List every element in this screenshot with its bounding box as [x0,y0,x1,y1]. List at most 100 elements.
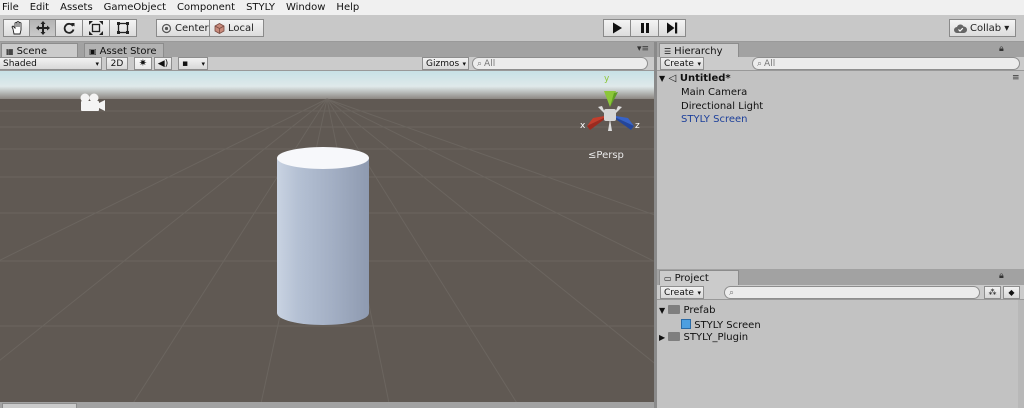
search-icon: ⌕ [477,58,483,69]
tab-scene[interactable]: ▦ Scene [1,43,78,58]
cylinder-object[interactable] [277,147,369,325]
gizmos-dropdown[interactable]: Gizmos ▾ [422,57,469,70]
tab-asset-store[interactable]: ▣ Asset Store [84,43,164,58]
project-folder-row[interactable]: ▶ STYLY_Plugin [659,332,748,343]
menu-file[interactable]: File [2,2,19,13]
scale-icon [89,21,103,35]
chevron-down-icon: ▾ [95,59,99,68]
lighting-toggle[interactable]: ✷ [134,57,152,70]
effects-dropdown[interactable]: ▪ ▾ [178,57,208,70]
scene-view-canvas [0,71,654,408]
tab-asset-store-label: Asset Store [99,45,157,57]
list-icon: ☰ [664,46,672,56]
project-create-dropdown[interactable]: Create ▾ [660,286,704,299]
menu-assets[interactable]: Assets [60,2,93,13]
menu-window[interactable]: Window [286,2,325,13]
hierarchy-tab-strip: ☰ Hierarchy 🔒︎ [657,42,1024,58]
axis-x-label: x [580,121,586,131]
menu-bar: File Edit Assets GameObject Component ST… [0,0,1024,15]
list-item[interactable]: STYLY Screen [681,114,747,125]
axis-y-label: y [604,74,610,84]
step-button[interactable] [658,19,686,37]
filter-icon: ⁂ [988,288,997,297]
search-icon: ⌕ [729,287,735,298]
project-search-input[interactable]: ⌕ [724,286,980,299]
play-icon [613,22,622,34]
tab-hierarchy-label: Hierarchy [674,45,723,57]
rotate-tool-button[interactable] [55,19,83,37]
tab-project-label: Project [674,272,709,284]
list-item[interactable]: Main Camera [681,87,747,98]
panel-menu-icon[interactable]: ▾≡ [637,44,649,54]
menu-component[interactable]: Component [177,2,235,13]
menu-help[interactable]: Help [336,2,359,13]
persp-label[interactable]: ≤Persp [588,150,624,161]
hierarchy-search-input[interactable]: ⌕ All [752,57,1020,70]
project-prefab-row[interactable]: STYLY Screen [681,319,761,331]
pause-button[interactable] [630,19,659,37]
pivot-center-icon [161,23,172,33]
search-icon: ⌕ [757,58,763,69]
chevron-down-icon: ▾ [462,59,466,68]
filter-type-button[interactable]: ⁂ [984,286,1001,299]
move-tool-button[interactable] [29,19,56,37]
project-toolbar: Create ▾ ⌕ ⁂ ◆ [657,285,1024,300]
menu-gameobject[interactable]: GameObject [104,2,166,13]
tab-project[interactable]: ▭ Project [659,270,739,285]
audio-toggle[interactable]: ◀) [154,57,172,70]
space-local-button[interactable]: Local [209,19,264,37]
scene-tab-strip: ▦ Scene ▣ Asset Store ▾≡ [0,42,654,58]
chevron-down-icon: ▾ [201,59,205,68]
project-tree-label: STYLY_Plugin [683,332,749,343]
project-scrollbar[interactable] [1018,300,1024,408]
toggle-2d-button[interactable]: 2D [106,57,128,70]
scene-root-row[interactable]: ▼ ◁ Untitled* [659,73,731,84]
scene-viewport[interactable]: y x z ≤Persp [0,71,654,408]
scene-search-placeholder: All [484,58,496,69]
menu-styly[interactable]: STYLY [246,2,275,13]
speaker-icon: ◀) [157,58,169,69]
project-folder-row[interactable]: ▼ Prefab [659,305,715,316]
shading-mode-label: Shaded [3,58,37,69]
filter-label-button[interactable]: ◆ [1003,286,1020,299]
hierarchy-toolbar: Create ▾ ⌕ All [657,57,1024,71]
tab-hierarchy[interactable]: ☰ Hierarchy [659,43,739,58]
hierarchy-search-placeholder: All [764,58,776,69]
list-item[interactable]: Directional Light [681,101,763,112]
pause-icon [640,23,649,33]
cloud-check-icon [954,24,967,33]
shading-mode-dropdown[interactable]: Shaded ▾ [0,57,102,70]
store-tab-icon: ▣ [89,46,97,56]
hierarchy-list: ▼ ◁ Untitled* ≡ Main Camera Directional … [657,71,1024,269]
scene-root-label: Untitled* [679,73,731,84]
tab-console[interactable] [2,403,77,408]
scene-search-input[interactable]: ⌕ All [472,57,648,70]
menu-edit[interactable]: Edit [30,2,49,13]
chevron-down-icon: ▾ [697,288,701,297]
collab-button[interactable]: Collab ▾ [949,19,1016,37]
prefab-cube-icon [681,319,691,329]
toolbar: Center Local Collab ▾ [0,15,1024,42]
pivot-center-label: Center [175,22,209,34]
expand-arrow-icon: ▼ [659,74,666,83]
hand-tool-button[interactable] [3,19,30,37]
unity-scene-icon: ◁ [668,73,677,84]
rect-tool-button[interactable] [109,19,137,37]
play-button[interactable] [603,19,631,37]
project-tab-strip: ▭ Project 🔒︎ [657,269,1024,285]
hand-icon [10,21,21,35]
scale-tool-button[interactable] [82,19,110,37]
hierarchy-create-dropdown[interactable]: Create ▾ [660,57,704,70]
project-tree-label: STYLY Screen [694,320,761,331]
scene-toolbar: Shaded ▾ 2D ✷ ◀) ▪ ▾ Gizmos ▾ ⌕ All [0,57,654,71]
pivot-center-button[interactable]: Center [156,19,210,37]
image-icon: ▪ [182,58,189,69]
hierarchy-lock-icon[interactable]: 🔒︎ [999,44,1004,54]
expand-arrow-icon: ▼ [659,306,666,315]
project-lock-icon[interactable]: 🔒︎ [999,271,1004,281]
sun-icon: ✷ [138,58,148,69]
hierarchy-create-label: Create [664,58,694,69]
scene-menu-icon[interactable]: ≡ [1012,73,1020,83]
persp-text: Persp [596,150,624,161]
folder-icon [668,305,681,314]
